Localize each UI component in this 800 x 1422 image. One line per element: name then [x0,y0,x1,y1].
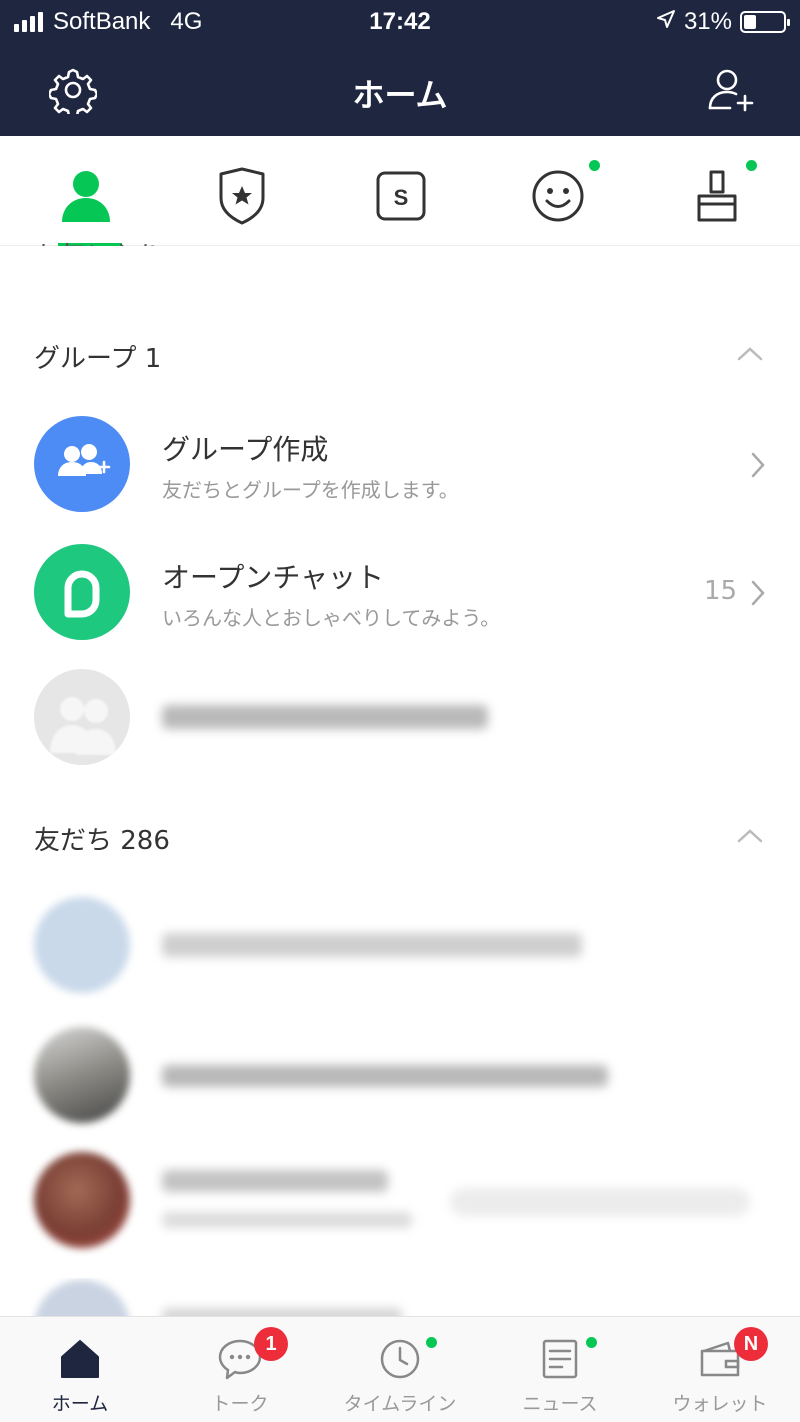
collapse-caret-icon[interactable] [736,826,764,846]
battery-icon [740,11,790,33]
nav-label: ニュース [522,1393,598,1415]
battery-percent: 31% [683,8,732,35]
person-icon [62,171,110,222]
open-chat-avatar [34,544,130,640]
brush-icon [697,170,737,222]
status-right: 31% [656,8,790,36]
tab-sticker-shop[interactable]: S [361,156,441,236]
shield-star-icon [219,167,265,225]
blurred-friend-status [162,1212,412,1228]
status-bar: SoftBank 4G 17:42 31% [0,0,800,44]
new-badge: N [734,1327,768,1361]
open-chat-row[interactable] [0,538,800,648]
news-new-dot [586,1337,597,1348]
group-avatar [34,669,130,765]
bottom-nav: ホーム 1 トーク タイムライン ニュース N ウォレット [0,1316,800,1422]
nav-home[interactable]: ホーム [0,1317,160,1422]
open-chat-title: オープンチャット [162,561,385,594]
open-chat-count: 15 [704,576,738,606]
friend-row[interactable] [0,895,800,1005]
home-icon [61,1340,99,1378]
friend-row[interactable] [0,1025,800,1135]
nav-label: タイムライン [343,1393,457,1415]
timeline-new-dot [426,1337,437,1348]
default-group-avatar-icon [50,697,116,755]
page-title: ホーム [352,76,448,114]
friend-avatar [34,1027,130,1123]
chevron-right-icon [751,580,765,606]
blurred-group-name [162,705,488,729]
category-tabs: S [0,136,800,246]
group-create-avatar [34,416,130,512]
blurred-music-pill[interactable] [450,1188,750,1216]
open-chat-icon [64,570,100,618]
location-arrow-icon [656,8,676,36]
collapse-caret-icon[interactable] [736,344,764,364]
group-row[interactable] [0,665,800,775]
smiley-icon [532,170,584,222]
nav-wallet[interactable]: N ウォレット [640,1317,800,1422]
nav-label: ウォレット [672,1393,768,1415]
add-group-icon [58,444,111,476]
tab-friends[interactable] [46,156,126,236]
nav-news[interactable]: ニュース [480,1317,640,1422]
blurred-friend-name [162,1170,388,1192]
theme-new-dot [746,160,757,171]
chevron-right-icon [751,452,765,478]
nav-talk[interactable]: 1 トーク [160,1317,320,1422]
friends-section-header[interactable]: 友だち 286 [34,820,170,857]
friend-row[interactable] [0,1150,800,1260]
favorites-clip [0,246,800,272]
blurred-friend-name [162,933,582,957]
clock-icon [380,1339,420,1379]
open-chat-subtitle: いろんな人とおしゃべりしてみよう。 [162,606,501,630]
svg-text:S: S [394,185,409,210]
create-group-subtitle: 友だちとグループを作成します。 [162,478,459,502]
friend-avatar [34,1152,130,1248]
unread-badge: 1 [254,1327,288,1361]
add-friend-icon[interactable] [703,62,759,118]
blurred-friend-name [162,1065,608,1087]
create-group-title: グループ作成 [162,433,329,466]
news-icon [542,1339,578,1379]
nav-label: ホーム [51,1393,109,1415]
friend-avatar [34,897,130,993]
create-group-row[interactable] [0,410,800,520]
tab-official[interactable] [202,156,282,236]
tab-theme[interactable] [677,156,757,236]
tab-emoji[interactable] [518,156,598,236]
app-header: ホーム [0,44,800,136]
nav-label: トーク [211,1393,269,1415]
groups-section-header[interactable]: グループ 1 [34,338,161,375]
nav-timeline[interactable]: タイムライン [320,1317,480,1422]
emoji-new-dot [589,160,600,171]
s-box-icon: S [376,171,426,221]
